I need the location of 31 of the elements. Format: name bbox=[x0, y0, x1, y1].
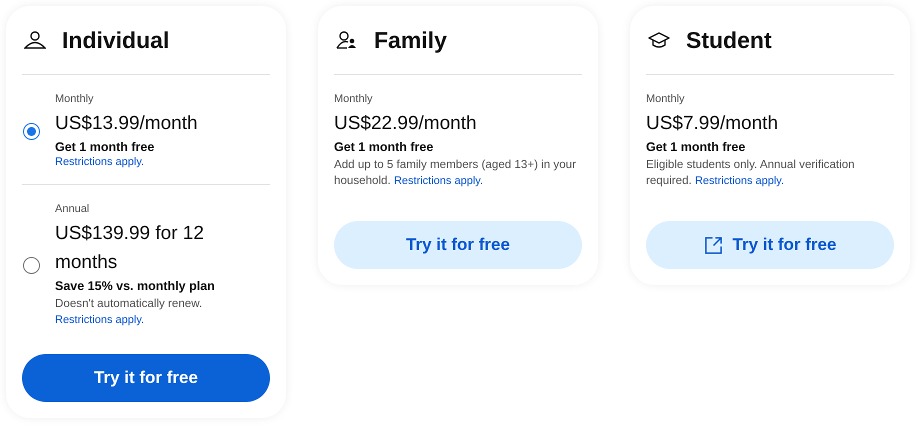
plan-note: Add up to 5 family members (aged 13+) in your household. Restrictions apply. bbox=[334, 157, 577, 189]
radio-button[interactable] bbox=[23, 123, 40, 140]
restrictions-link[interactable]: Restrictions apply. bbox=[694, 175, 784, 187]
try-free-button[interactable]: Try it for free bbox=[646, 221, 894, 269]
plan-title: Family bbox=[374, 26, 447, 54]
plan-offer: Get 1 month free bbox=[334, 140, 434, 154]
plan-period: Annual bbox=[55, 203, 90, 215]
plan-period: Monthly bbox=[334, 93, 373, 105]
restrictions-link[interactable]: Restrictions apply. bbox=[55, 154, 144, 170]
plan-price: US$13.99/month bbox=[55, 112, 198, 136]
plan-offer: Get 1 month free bbox=[646, 140, 746, 154]
plan-note: Eligible students only. Annual verification required. Restrictions apply. bbox=[646, 157, 856, 189]
plan-offer: Save 15% vs. monthly plan bbox=[55, 279, 215, 293]
person-icon bbox=[24, 31, 46, 49]
radio-button[interactable] bbox=[23, 257, 40, 274]
external-link-icon bbox=[704, 236, 723, 254]
plan-period: Monthly bbox=[646, 93, 685, 105]
restrictions-link[interactable]: Restrictions apply. bbox=[394, 175, 484, 187]
plan-period: Monthly bbox=[55, 93, 94, 105]
plan-price: US$139.99 for 12 months bbox=[55, 222, 205, 275]
graduation-cap-icon bbox=[648, 31, 670, 49]
restrictions-link[interactable]: Restrictions apply. bbox=[55, 312, 144, 328]
try-free-button[interactable]: Try it for free bbox=[334, 221, 582, 269]
plan-note: Doesn't automatically renew. bbox=[55, 296, 202, 312]
plan-price: US$7.99/month bbox=[646, 112, 778, 136]
plan-title: Individual bbox=[62, 26, 170, 54]
plan-title: Student bbox=[686, 26, 772, 54]
plan-offer: Get 1 month free bbox=[55, 140, 154, 154]
plan-price: US$22.99/month bbox=[334, 112, 477, 136]
try-free-button[interactable]: Try it for free bbox=[22, 354, 270, 402]
family-icon bbox=[336, 31, 358, 49]
